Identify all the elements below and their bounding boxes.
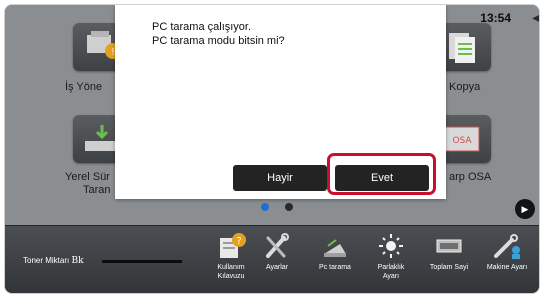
toner-color-label: Bk <box>71 256 84 266</box>
user-guide-label-2: Kılavuzu <box>217 273 245 280</box>
pc-scan-icon <box>324 239 346 257</box>
brightness-label: Parlaklık <box>377 264 405 271</box>
dialog-message-line2: PC tarama modu bitsin mi? <box>152 35 285 47</box>
next-page-icon[interactable]: ▶ <box>515 199 535 219</box>
app-label-job-status: İş Yöne <box>65 81 103 93</box>
machine-settings-label: Makine Ayarı <box>486 264 528 271</box>
settings-button[interactable]: Ayarlar <box>247 232 307 272</box>
touch-panel-screen: 13:54 ◀ ! İş Yöne Kopya Yerel Sür Taran … <box>4 4 540 294</box>
svg-text:OSA: OSA <box>452 136 472 146</box>
settings-icon <box>266 233 289 258</box>
dialog-message-line1: PC tarama çalışıyor. <box>152 21 252 33</box>
pc-scan-button[interactable]: Pc tarama <box>305 232 365 272</box>
pc-scan-label: Pc tarama <box>319 264 351 271</box>
bottom-toolbar: Toner Miktarı Bk ? Kullanım Kılavuzu Aya… <box>5 225 539 293</box>
toner-level-label: Toner Miktarı <box>23 256 70 265</box>
app-label-local-drive-scan-2: Taran <box>83 184 111 196</box>
brightness-button[interactable]: Parlaklık Ayarı <box>361 232 421 281</box>
total-count-icon <box>436 239 462 253</box>
app-label-sharp-osa: arp OSA <box>449 171 492 183</box>
machine-settings-icon <box>494 234 520 259</box>
yes-button-highlight <box>327 153 436 195</box>
toner-label: Toner Miktarı Bk <box>23 256 84 266</box>
app-label-copy: Kopya <box>449 81 481 93</box>
brightness-icon <box>379 234 403 258</box>
side-panel-arrow-icon[interactable]: ◀ <box>531 13 539 29</box>
settings-label: Ayarlar <box>265 264 289 271</box>
toner-level-bar <box>102 260 182 263</box>
total-count-label: Toplam Sayi <box>429 264 469 271</box>
no-button[interactable]: Hayir <box>233 165 327 191</box>
pager-dot[interactable] <box>285 203 293 211</box>
confirm-dialog: PC tarama çalışıyor. PC tarama modu bits… <box>115 5 446 199</box>
machine-settings-button[interactable]: Makine Ayarı <box>477 232 537 272</box>
pager-dot-active[interactable] <box>261 203 269 211</box>
total-count-button[interactable]: Toplam Sayi <box>419 232 479 272</box>
app-label-local-drive-scan: Yerel Sür <box>65 171 110 183</box>
brightness-label-2: Ayarı <box>382 273 400 280</box>
svg-text:?: ? <box>236 236 241 247</box>
user-guide-icon: ? <box>220 233 246 258</box>
